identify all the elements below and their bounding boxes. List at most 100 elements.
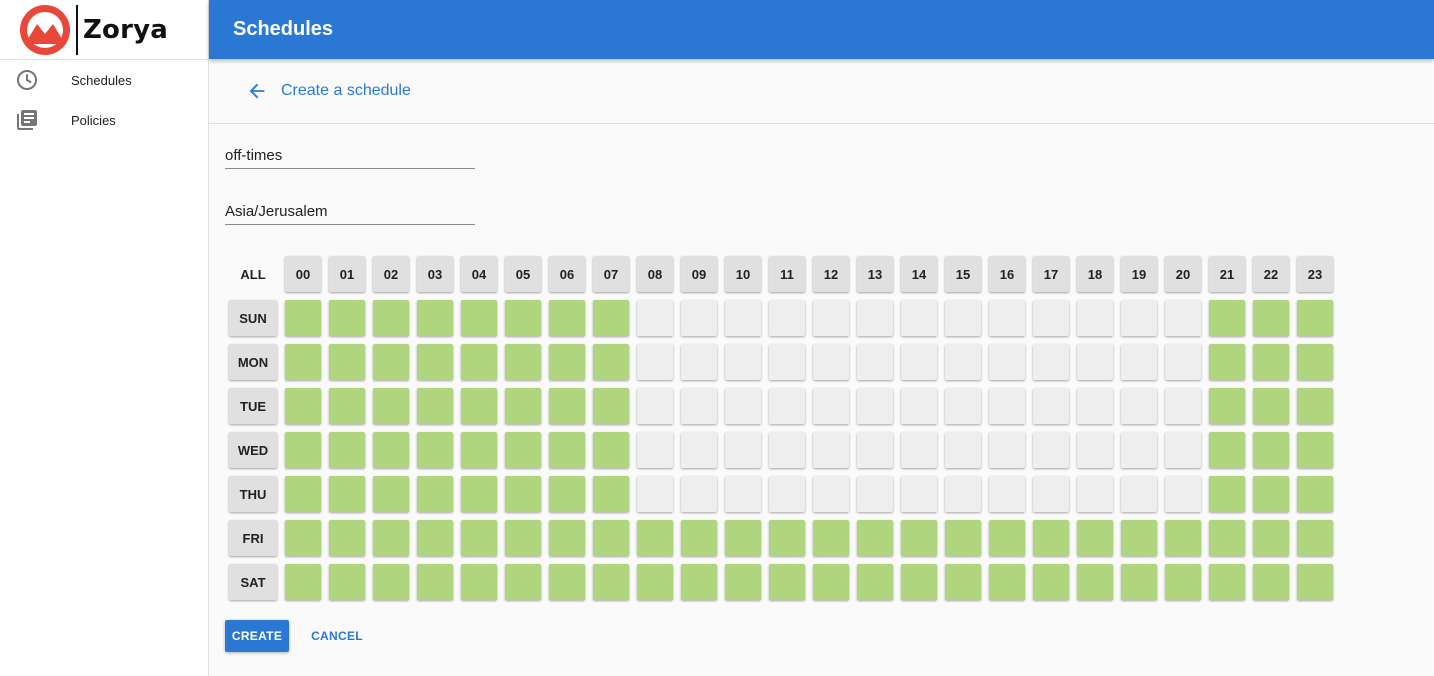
schedule-cell-wed-06[interactable] (549, 432, 585, 468)
schedule-cell-sun-04[interactable] (461, 300, 497, 336)
schedule-cell-fri-03[interactable] (417, 520, 453, 556)
schedule-cell-thu-17[interactable] (1033, 476, 1069, 512)
schedule-cell-sun-14[interactable] (901, 300, 937, 336)
schedule-cell-thu-02[interactable] (373, 476, 409, 512)
schedule-cell-sun-09[interactable] (681, 300, 717, 336)
schedule-cell-mon-08[interactable] (637, 344, 673, 380)
schedule-cell-wed-15[interactable] (945, 432, 981, 468)
schedule-cell-mon-11[interactable] (769, 344, 805, 380)
schedule-cell-wed-04[interactable] (461, 432, 497, 468)
schedule-cell-thu-12[interactable] (813, 476, 849, 512)
schedule-cell-sat-08[interactable] (637, 564, 673, 600)
hour-toggle-21[interactable]: 21 (1209, 256, 1245, 292)
schedule-cell-sun-02[interactable] (373, 300, 409, 336)
schedule-cell-wed-10[interactable] (725, 432, 761, 468)
schedule-cell-sun-10[interactable] (725, 300, 761, 336)
schedule-cell-tue-06[interactable] (549, 388, 585, 424)
hour-toggle-02[interactable]: 02 (373, 256, 409, 292)
schedule-cell-fri-12[interactable] (813, 520, 849, 556)
schedule-cell-tue-03[interactable] (417, 388, 453, 424)
schedule-cell-sun-20[interactable] (1165, 300, 1201, 336)
schedule-cell-mon-06[interactable] (549, 344, 585, 380)
schedule-cell-tue-08[interactable] (637, 388, 673, 424)
schedule-cell-thu-01[interactable] (329, 476, 365, 512)
schedule-cell-sun-01[interactable] (329, 300, 365, 336)
schedule-cell-sat-00[interactable] (285, 564, 321, 600)
schedule-cell-wed-03[interactable] (417, 432, 453, 468)
hour-toggle-10[interactable]: 10 (725, 256, 761, 292)
schedule-cell-wed-18[interactable] (1077, 432, 1113, 468)
schedule-cell-tue-17[interactable] (1033, 388, 1069, 424)
schedule-cell-thu-16[interactable] (989, 476, 1025, 512)
hour-toggle-18[interactable]: 18 (1077, 256, 1113, 292)
hour-toggle-04[interactable]: 04 (461, 256, 497, 292)
schedule-cell-mon-07[interactable] (593, 344, 629, 380)
hour-toggle-08[interactable]: 08 (637, 256, 673, 292)
schedule-cell-wed-13[interactable] (857, 432, 893, 468)
schedule-cell-mon-17[interactable] (1033, 344, 1069, 380)
schedule-cell-sun-19[interactable] (1121, 300, 1157, 336)
schedule-cell-tue-18[interactable] (1077, 388, 1113, 424)
schedule-cell-thu-07[interactable] (593, 476, 629, 512)
hour-toggle-22[interactable]: 22 (1253, 256, 1289, 292)
schedule-cell-sat-07[interactable] (593, 564, 629, 600)
schedule-cell-thu-21[interactable] (1209, 476, 1245, 512)
day-toggle-sun[interactable]: SUN (229, 300, 277, 336)
schedule-cell-fri-00[interactable] (285, 520, 321, 556)
schedule-cell-sat-23[interactable] (1297, 564, 1333, 600)
schedule-cell-tue-00[interactable] (285, 388, 321, 424)
hour-toggle-05[interactable]: 05 (505, 256, 541, 292)
day-toggle-sat[interactable]: SAT (229, 564, 277, 600)
schedule-cell-mon-10[interactable] (725, 344, 761, 380)
schedule-cell-tue-07[interactable] (593, 388, 629, 424)
create-button[interactable]: CREATE (225, 620, 289, 652)
schedule-cell-sun-16[interactable] (989, 300, 1025, 336)
schedule-cell-sun-15[interactable] (945, 300, 981, 336)
hour-toggle-01[interactable]: 01 (329, 256, 365, 292)
schedule-cell-tue-19[interactable] (1121, 388, 1157, 424)
schedule-cell-fri-18[interactable] (1077, 520, 1113, 556)
schedule-cell-sun-22[interactable] (1253, 300, 1289, 336)
schedule-cell-sat-21[interactable] (1209, 564, 1245, 600)
schedule-cell-mon-22[interactable] (1253, 344, 1289, 380)
hour-toggle-07[interactable]: 07 (593, 256, 629, 292)
schedule-cell-sat-10[interactable] (725, 564, 761, 600)
hour-toggle-12[interactable]: 12 (813, 256, 849, 292)
schedule-cell-sat-13[interactable] (857, 564, 893, 600)
schedule-cell-wed-19[interactable] (1121, 432, 1157, 468)
schedule-cell-fri-14[interactable] (901, 520, 937, 556)
hour-toggle-00[interactable]: 00 (285, 256, 321, 292)
schedule-cell-tue-09[interactable] (681, 388, 717, 424)
schedule-cell-mon-13[interactable] (857, 344, 893, 380)
hour-toggle-19[interactable]: 19 (1121, 256, 1157, 292)
schedule-cell-sun-07[interactable] (593, 300, 629, 336)
schedule-cell-thu-06[interactable] (549, 476, 585, 512)
schedule-cell-thu-08[interactable] (637, 476, 673, 512)
schedule-cell-sun-11[interactable] (769, 300, 805, 336)
schedule-cell-fri-11[interactable] (769, 520, 805, 556)
schedule-cell-wed-00[interactable] (285, 432, 321, 468)
sidebar-item-policies[interactable]: Policies (0, 100, 208, 140)
hour-toggle-17[interactable]: 17 (1033, 256, 1069, 292)
schedule-cell-tue-11[interactable] (769, 388, 805, 424)
schedule-cell-wed-01[interactable] (329, 432, 365, 468)
schedule-cell-wed-17[interactable] (1033, 432, 1069, 468)
day-toggle-thu[interactable]: THU (229, 476, 277, 512)
schedule-cell-sun-03[interactable] (417, 300, 453, 336)
schedule-cell-mon-20[interactable] (1165, 344, 1201, 380)
schedule-cell-thu-14[interactable] (901, 476, 937, 512)
schedule-cell-sat-19[interactable] (1121, 564, 1157, 600)
schedule-cell-wed-07[interactable] (593, 432, 629, 468)
schedule-cell-mon-16[interactable] (989, 344, 1025, 380)
schedule-cell-fri-06[interactable] (549, 520, 585, 556)
schedule-cell-tue-20[interactable] (1165, 388, 1201, 424)
schedule-cell-sat-05[interactable] (505, 564, 541, 600)
schedule-cell-tue-05[interactable] (505, 388, 541, 424)
schedule-cell-thu-03[interactable] (417, 476, 453, 512)
schedule-cell-wed-22[interactable] (1253, 432, 1289, 468)
schedule-cell-mon-23[interactable] (1297, 344, 1333, 380)
schedule-cell-tue-01[interactable] (329, 388, 365, 424)
schedule-cell-tue-04[interactable] (461, 388, 497, 424)
hour-toggle-20[interactable]: 20 (1165, 256, 1201, 292)
schedule-cell-tue-13[interactable] (857, 388, 893, 424)
